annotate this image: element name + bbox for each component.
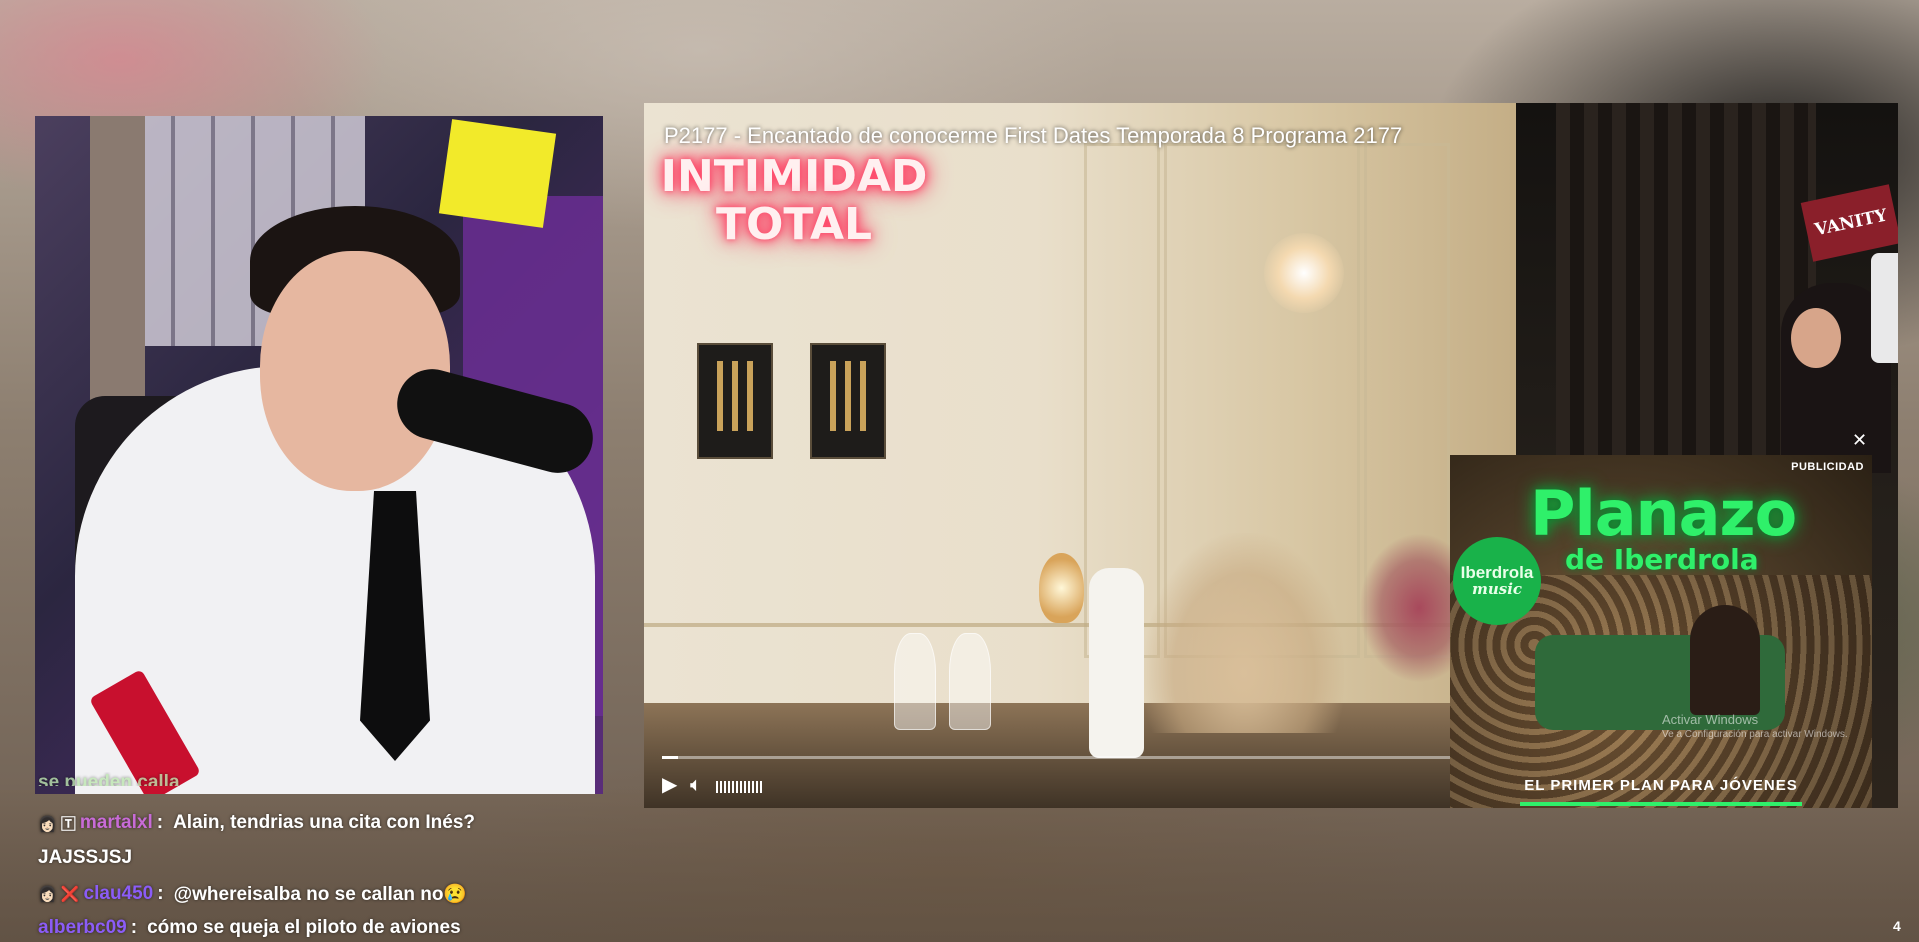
progress-fill xyxy=(662,756,678,759)
progress-bar[interactable] xyxy=(662,756,1452,759)
streamer-webcam xyxy=(35,116,603,794)
chat-text: @whereisalba no se callan no😢 xyxy=(173,884,468,905)
ad-overlay[interactable]: PUBLICIDAD Planazo de Iberdrola Iberdrol… xyxy=(1450,455,1872,808)
user-badges: 👩🏻 ❌ xyxy=(38,886,80,903)
knife-switch xyxy=(810,343,886,459)
play-icon[interactable]: ▶ xyxy=(662,775,677,795)
volume-icon[interactable]: 🔈︎ xyxy=(690,775,702,795)
dark-curtain xyxy=(1556,103,1816,463)
chat-separator: : xyxy=(157,883,164,904)
ad-logo-line-2: music xyxy=(1471,580,1523,599)
chat-username[interactable]: clau450 xyxy=(84,883,154,905)
chat-message: JAJSSJSJ xyxy=(38,847,132,869)
page-number: 4 xyxy=(1893,918,1901,934)
chat-text: JAJSSJSJ xyxy=(38,847,133,868)
ad-figure xyxy=(1690,605,1760,715)
chat-cutoff-message: se pueden calla xyxy=(38,772,180,786)
chat-text: cómo se queja el piloto de aviones xyxy=(147,917,461,938)
glass-jar xyxy=(949,633,991,730)
ad-label: PUBLICIDAD xyxy=(1791,461,1864,473)
chat-message: 👩🏻 🅃 martalxl : Alain, tendrias una cita… xyxy=(38,812,475,834)
neon-sign-line-1: INTIMIDAD xyxy=(660,151,928,202)
close-icon[interactable]: ✕ xyxy=(1852,431,1867,449)
watermark-line-2: Ve a Configuración para activar Windows. xyxy=(1662,729,1848,740)
yellow-card xyxy=(438,119,557,228)
white-vase xyxy=(1089,568,1144,758)
chat-separator: : xyxy=(130,917,138,938)
user-badges: 👩🏻 🅃 xyxy=(38,815,76,833)
chat-text: Alain, tendrias una cita con Inés? xyxy=(173,812,476,833)
chat-username[interactable]: martalxl xyxy=(80,812,153,834)
knife-switch xyxy=(697,343,773,459)
volume-slider[interactable] xyxy=(716,781,762,793)
iberdrola-music-logo: Iberdrola music xyxy=(1453,537,1541,625)
video-title: P2177 - Encantado de conocerme First Dat… xyxy=(664,123,1403,148)
chat-separator: : xyxy=(156,812,164,833)
wall-lamp xyxy=(1264,233,1344,313)
chat-message: 👩🏻 ❌ clau450 : @whereisalba no se callan… xyxy=(38,882,467,906)
video-scene: INTIMIDAD TOTAL xyxy=(644,103,1516,808)
pampas-grass xyxy=(1144,533,1344,733)
chat-message: alberbc09 : cómo se queja el piloto de a… xyxy=(38,917,461,939)
ad-title: Planazo xyxy=(1530,477,1797,550)
tv-camera xyxy=(1871,253,1898,363)
ad-accent-bar xyxy=(1520,802,1802,806)
windows-activation-watermark: Activar Windows Ve a Configuración para … xyxy=(1662,712,1848,742)
watermark-line-1: Activar Windows xyxy=(1662,712,1759,727)
neon-sign: INTIMIDAD TOTAL xyxy=(644,151,944,251)
table-lamp xyxy=(1039,553,1084,623)
player-controls: ▶ 🔈︎ xyxy=(644,743,1454,808)
webcam-curtain xyxy=(90,116,145,416)
chat-username[interactable]: alberbc09 xyxy=(38,917,127,939)
neon-sign-line-2: TOTAL xyxy=(715,199,873,251)
ad-tagline: EL PRIMER PLAN PARA JÓVENES xyxy=(1524,777,1798,794)
woman-face xyxy=(1791,308,1841,368)
glass-decanter xyxy=(894,633,936,730)
ad-subtitle: de Iberdrola xyxy=(1565,543,1759,576)
